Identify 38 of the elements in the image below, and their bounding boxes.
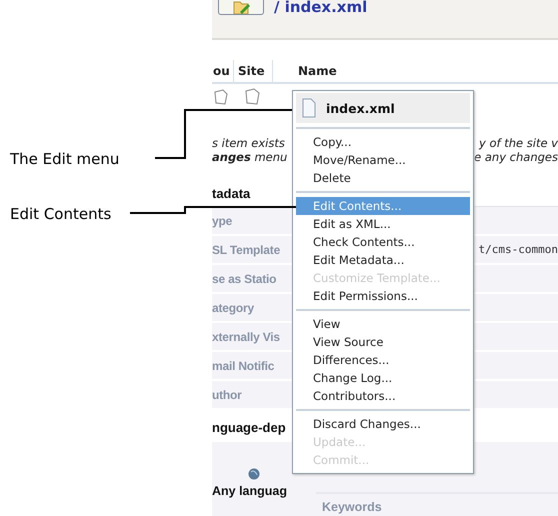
menu-item[interactable]: Edit Metadata... [296,251,470,269]
notice-text: anges menu [212,150,288,164]
column-header: Site [233,60,273,82]
menu-item[interactable]: Delete [296,169,470,187]
menu-item[interactable]: Edit as XML... [296,215,470,233]
section-heading: nguage-dep [212,420,286,435]
menu-item[interactable]: Differences... [296,351,470,369]
notice-text: e any changes [474,150,558,164]
field-label: xternally Vis [212,330,280,344]
field-label: mail Notific [212,358,274,372]
breadcrumb-link[interactable]: / index.xml [274,0,368,14]
notice-text: s item exists [212,136,285,150]
field-label: ategory [212,300,254,314]
menu-item[interactable]: View [296,315,470,333]
section-heading: tadata [212,186,250,201]
field-label: SL Template [212,242,280,256]
field-label: uthor [212,388,242,402]
field-label: se as Statio [212,272,276,286]
field-label: ype [212,214,232,228]
notice-text: y of the site v [479,136,558,150]
callout-label: The Edit menu [10,150,120,168]
folder-icon[interactable] [218,0,264,15]
menu-item[interactable]: Move/Rename... [296,151,470,169]
menu-item[interactable]: Check Contents... [296,233,470,251]
menu-item[interactable]: Contributors... [296,387,470,405]
menu-title: index.xml [326,100,395,116]
column-header: ou [212,64,231,78]
globe-icon [248,468,260,480]
field-value: t/cms-common [478,243,558,256]
menu-item[interactable]: Copy... [296,133,470,151]
callout-label: Edit Contents [10,205,112,223]
menu-item[interactable]: Change Log... [296,369,470,387]
menu-item[interactable]: View Source [296,333,470,351]
language-label[interactable]: Any languag [212,484,288,498]
column-header: Name [298,64,337,78]
field-label: Keywords [322,500,382,514]
menu-item[interactable]: Discard Changes... [296,415,470,433]
menu-item[interactable]: Edit Permissions... [296,287,470,305]
